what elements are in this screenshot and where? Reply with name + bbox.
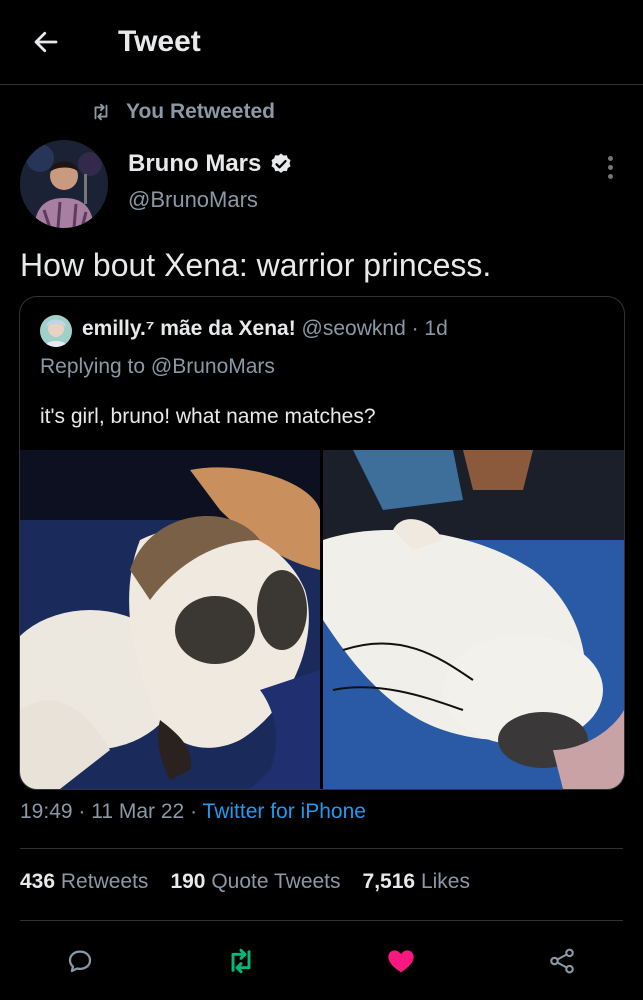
- like-icon: [388, 950, 414, 973]
- verified-badge-icon: [271, 153, 291, 173]
- tweet-stats: 436 Retweets 190 Quote Tweets 7,516 Like…: [20, 870, 470, 894]
- quote-tweets-label: Quote Tweets: [211, 870, 341, 893]
- retweets-count: 436: [20, 870, 56, 893]
- quote-tweets-count: 190: [170, 870, 206, 893]
- tweet-source[interactable]: Twitter for iPhone: [203, 800, 366, 823]
- quoted-media: [20, 450, 624, 789]
- share-button[interactable]: [544, 943, 580, 979]
- retweet-icon: [231, 948, 251, 974]
- tweet-timestamp: 19:49 · 11 Mar 22 · Twitter for iPhone: [20, 800, 366, 823]
- quote-tweets-stat[interactable]: 190 Quote Tweets: [170, 870, 340, 894]
- back-button[interactable]: [26, 22, 66, 62]
- quoted-replying-to[interactable]: Replying to @BrunoMars: [40, 355, 275, 379]
- action-bar: [0, 935, 643, 987]
- divider: [20, 920, 623, 921]
- quoted-author-handle[interactable]: @seowknd: [302, 317, 406, 340]
- retweet-icon: [94, 103, 108, 121]
- dog-photo-2[interactable]: [323, 450, 624, 789]
- quoted-text: it's girl, bruno! what name matches?: [40, 405, 376, 428]
- quoted-avatar[interactable]: [40, 315, 72, 347]
- top-bar: Tweet: [0, 0, 643, 85]
- like-button[interactable]: [383, 943, 419, 979]
- back-arrow-icon: [34, 31, 58, 53]
- share-icon: [550, 948, 574, 974]
- more-icon: [598, 156, 622, 179]
- reply-icon: [68, 950, 92, 973]
- avatar[interactable]: [20, 140, 108, 228]
- retweets-stat[interactable]: 436 Retweets: [20, 870, 148, 894]
- quoted-author-name[interactable]: emilly.⁷ mãe da Xena!: [82, 317, 296, 340]
- tweet-date[interactable]: 11 Mar 22: [91, 800, 184, 823]
- quoted-age: 1d: [424, 317, 448, 340]
- likes-stat[interactable]: 7,516 Likes: [363, 870, 470, 894]
- social-context-label: You Retweeted: [126, 100, 275, 123]
- page-title: Tweet: [118, 25, 201, 58]
- likes-label: Likes: [420, 870, 470, 893]
- retweets-label: Retweets: [60, 870, 149, 893]
- more-button[interactable]: [598, 152, 622, 182]
- tweet-time[interactable]: 19:49: [20, 800, 73, 823]
- reply-button[interactable]: [62, 943, 98, 979]
- likes-count: 7,516: [362, 870, 416, 893]
- social-context[interactable]: You Retweeted: [90, 100, 275, 124]
- dog-photo-1[interactable]: [20, 450, 320, 789]
- author-name[interactable]: Bruno Mars: [128, 150, 293, 178]
- tweet-text: How bout Xena: warrior princess.: [20, 247, 492, 283]
- quoted-tweet[interactable]: emilly.⁷ mãe da Xena! @seowknd · 1d Repl…: [19, 296, 625, 790]
- retweet-button[interactable]: [223, 943, 259, 979]
- divider: [20, 848, 623, 849]
- author-handle[interactable]: @BrunoMars: [128, 187, 258, 213]
- author-name-text: Bruno Mars: [128, 150, 262, 177]
- quoted-header: emilly.⁷ mãe da Xena! @seowknd · 1d: [82, 317, 448, 340]
